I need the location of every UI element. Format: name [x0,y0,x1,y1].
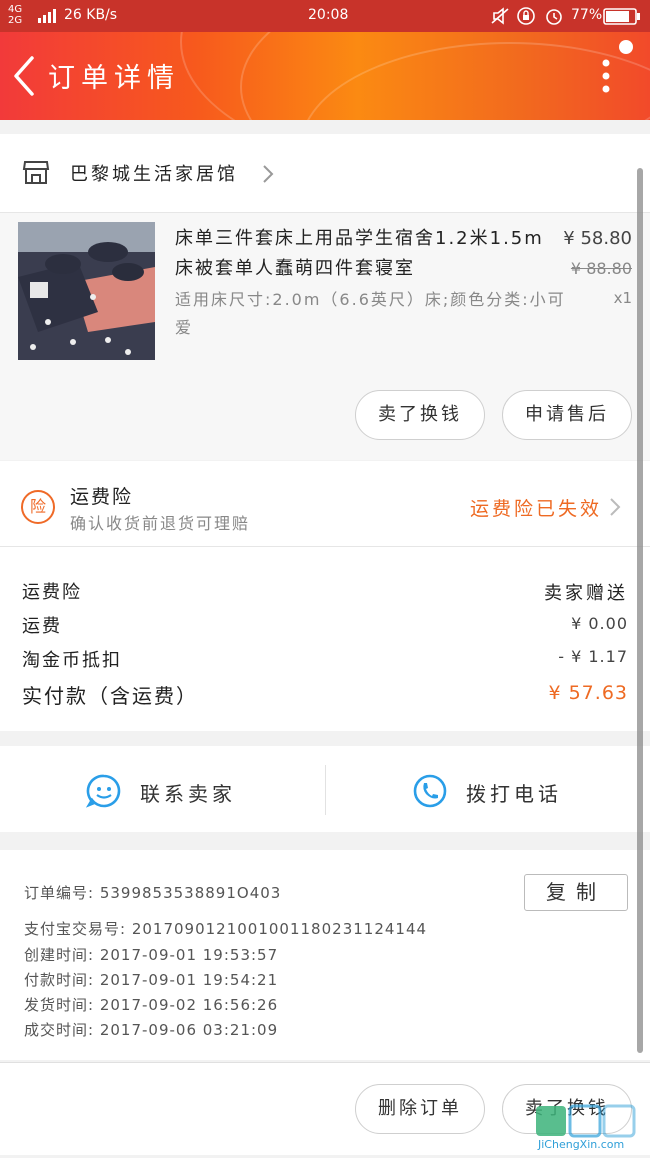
after-sale-button[interactable]: 申请售后 [502,390,632,440]
app-header: 订单详情 [0,32,650,120]
page-title: 订单详情 [48,63,180,94]
status-bar: 4G 2G 26 KB/s 20:08 77% [0,0,650,32]
call-seller-button[interactable]: 拨打电话 [466,778,562,807]
chevron-right-icon[interactable] [261,163,275,185]
insurance-icon: 险 [21,490,55,524]
original-price: ¥ 88.80 [570,259,632,278]
cost-label: 运费险 [22,582,82,603]
product-title[interactable]: 床单三件套床上用品学生宿舍1.2米1.5m床被套单人蠢萌四件套寝室 [175,224,555,284]
completed-time: 成交时间: 2017-09-06 03:21:09 [24,1021,279,1039]
insurance-title: 运费险 [70,486,134,508]
total-value: ¥ 57.63 [548,682,628,704]
watermark-text: JiChengXin.com [538,1138,625,1151]
shipped-time: 发货时间: 2017-09-02 16:56:26 [24,996,279,1014]
cost-value: ¥ 0.00 [571,614,628,633]
cost-label: 淘金币抵扣 [22,650,122,671]
battery-level: 77% [571,7,603,23]
total-label: 实付款（含运费） [22,684,198,708]
lock-icon [516,6,536,30]
sell-exchange-button[interactable]: 卖了换钱 [355,390,485,440]
mute-icon [490,7,510,29]
cost-value: 卖家赠送 [544,583,628,604]
cost-label: 运费 [22,616,62,637]
contact-seller-button[interactable]: 联系卖家 [140,778,236,807]
copy-button[interactable]: 复制 [524,874,628,911]
divider [325,765,326,815]
phone-icon[interactable] [412,773,448,813]
back-arrow-icon[interactable] [8,54,40,98]
more-menu-icon[interactable] [596,58,616,98]
product-thumbnail[interactable] [18,222,155,360]
insurance-status: 运费险已失效 [469,498,602,520]
delete-order-button[interactable]: 删除订单 [355,1084,485,1134]
insurance-subtitle: 确认收货前退货可理赔 [70,514,251,533]
shop-icon [22,158,50,186]
notification-dot [619,40,633,54]
battery-icon [603,8,641,29]
product-spec: 适用床尺寸:2.0m（6.6英尺）床;颜色分类:小可爱 [175,290,566,337]
clock: 20:08 [308,7,349,23]
alipay-trade-number: 支付宝交易号: 2017090121001001180231124144 [24,920,428,938]
network-speed: 26 KB/s [64,7,118,23]
scrollbar[interactable] [637,168,643,1053]
network-indicator: 4G 2G [8,4,23,26]
cost-value: - ¥ 1.17 [558,647,628,666]
product-price: ¥ 58.80 [563,228,632,249]
chat-icon[interactable] [85,773,122,813]
signal-icon [38,9,56,27]
paid-time: 付款时间: 2017-09-01 19:54:21 [24,971,279,989]
chevron-right-icon[interactable] [608,496,622,518]
order-number: 订单编号: 5399853538891O403 [24,884,282,902]
alarm-icon [544,6,564,30]
created-time: 创建时间: 2017-09-01 19:53:57 [24,946,279,964]
product-quantity: x1 [613,289,632,307]
watermark-logo: JiChengXin.com [530,1104,650,1154]
shop-name[interactable]: 巴黎城生活家居馆 [70,160,238,186]
